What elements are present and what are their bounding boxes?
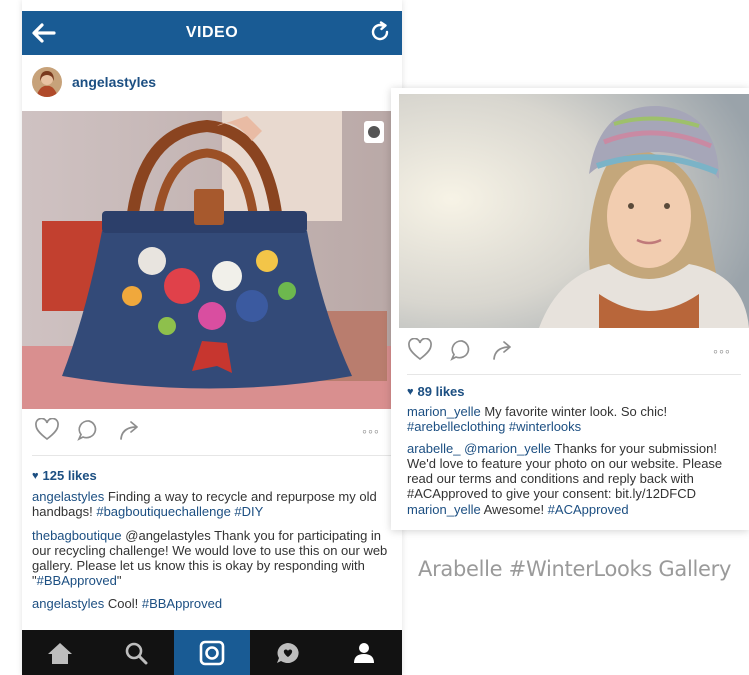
bottom-nav — [22, 630, 402, 675]
post-image-winter-portrait[interactable] — [399, 94, 749, 328]
gallery-caption: Arabelle #WinterLooks Gallery — [418, 557, 732, 581]
comment: marion_yelle Awesome! #ACApproved — [407, 502, 743, 517]
nav-home[interactable] — [22, 630, 98, 675]
comment-hashtags[interactable]: #BBApproved — [37, 573, 117, 588]
comment: angelastyles Cool! #BBApproved — [32, 596, 397, 611]
back-arrow-icon[interactable] — [30, 19, 58, 47]
profile-icon — [354, 642, 374, 663]
comment-text: My favorite winter look. So chic! — [480, 404, 668, 419]
activity-icon — [277, 642, 299, 663]
avatar[interactable] — [32, 67, 62, 97]
comment-hashtags[interactable]: #ACApproved — [548, 502, 629, 517]
heart-filled-icon: ♥ — [407, 385, 414, 398]
post-username[interactable]: angelastyles — [72, 74, 156, 90]
comment: angelastyles Finding a way to recycle an… — [32, 489, 397, 519]
divider — [32, 455, 392, 456]
share-arrow-icon[interactable] — [491, 338, 515, 362]
heart-outline-icon[interactable] — [407, 338, 433, 362]
comment-hashtags[interactable]: #bagboutiquechallenge #DIY — [96, 504, 263, 519]
nav-camera[interactable] — [174, 630, 250, 675]
comment-bubble-icon[interactable] — [76, 418, 102, 442]
post-actions — [34, 418, 158, 442]
comment-username[interactable]: arabelle_ — [407, 441, 461, 456]
comment-username[interactable]: angelastyles — [32, 489, 104, 504]
camera-icon — [199, 640, 225, 665]
share-arrow-icon[interactable] — [118, 418, 142, 442]
comment-username[interactable]: thebagboutique — [32, 528, 122, 543]
divider — [407, 374, 741, 375]
heart-outline-icon[interactable] — [34, 418, 60, 442]
comment-username[interactable]: angelastyles — [32, 596, 104, 611]
comment-username[interactable]: marion_yelle — [407, 404, 481, 419]
comment-username[interactable]: marion_yelle — [407, 502, 481, 517]
post-header: angelastyles — [22, 62, 402, 102]
comment-bubble-icon[interactable] — [449, 338, 475, 362]
comment-mention[interactable]: @marion_yelle — [461, 441, 551, 456]
home-icon — [48, 642, 72, 664]
refresh-icon[interactable] — [368, 20, 392, 44]
right-post-card: ◦◦◦ ♥ 89 likes marion_yelle My favorite … — [391, 88, 749, 530]
comment-text-end: " — [116, 573, 122, 588]
heart-filled-icon: ♥ — [32, 469, 39, 482]
page-title: VIDEO — [185, 24, 239, 41]
search-icon — [125, 642, 148, 664]
nav-profile[interactable] — [326, 630, 402, 675]
more-options-button[interactable]: ◦◦◦ — [713, 343, 731, 359]
comment-text: Awesome! — [480, 502, 548, 517]
left-phone-screen: VIDEO angelastyles ◦◦◦ ♥ 125 likes angel… — [22, 0, 402, 675]
comment: thebagboutique @angelastyles Thank you f… — [32, 528, 397, 588]
top-bar: VIDEO — [22, 11, 402, 55]
comment: marion_yelle My favorite winter look. So… — [407, 404, 743, 434]
likes-count[interactable]: ♥ 125 likes — [32, 468, 97, 483]
comment: arabelle_ @marion_yelle Thanks for your … — [407, 441, 747, 501]
comment-hashtags[interactable]: #arebelleclothing #winterlooks — [407, 419, 581, 434]
comment-text: Cool! — [104, 596, 142, 611]
post-actions — [407, 338, 531, 362]
nav-search[interactable] — [98, 630, 174, 675]
comment-hashtags[interactable]: #BBApproved — [142, 596, 222, 611]
more-options-button[interactable]: ◦◦◦ — [362, 423, 380, 439]
nav-activity[interactable] — [250, 630, 326, 675]
likes-count[interactable]: ♥ 89 likes — [407, 384, 465, 399]
post-image-handbag[interactable] — [22, 111, 402, 409]
